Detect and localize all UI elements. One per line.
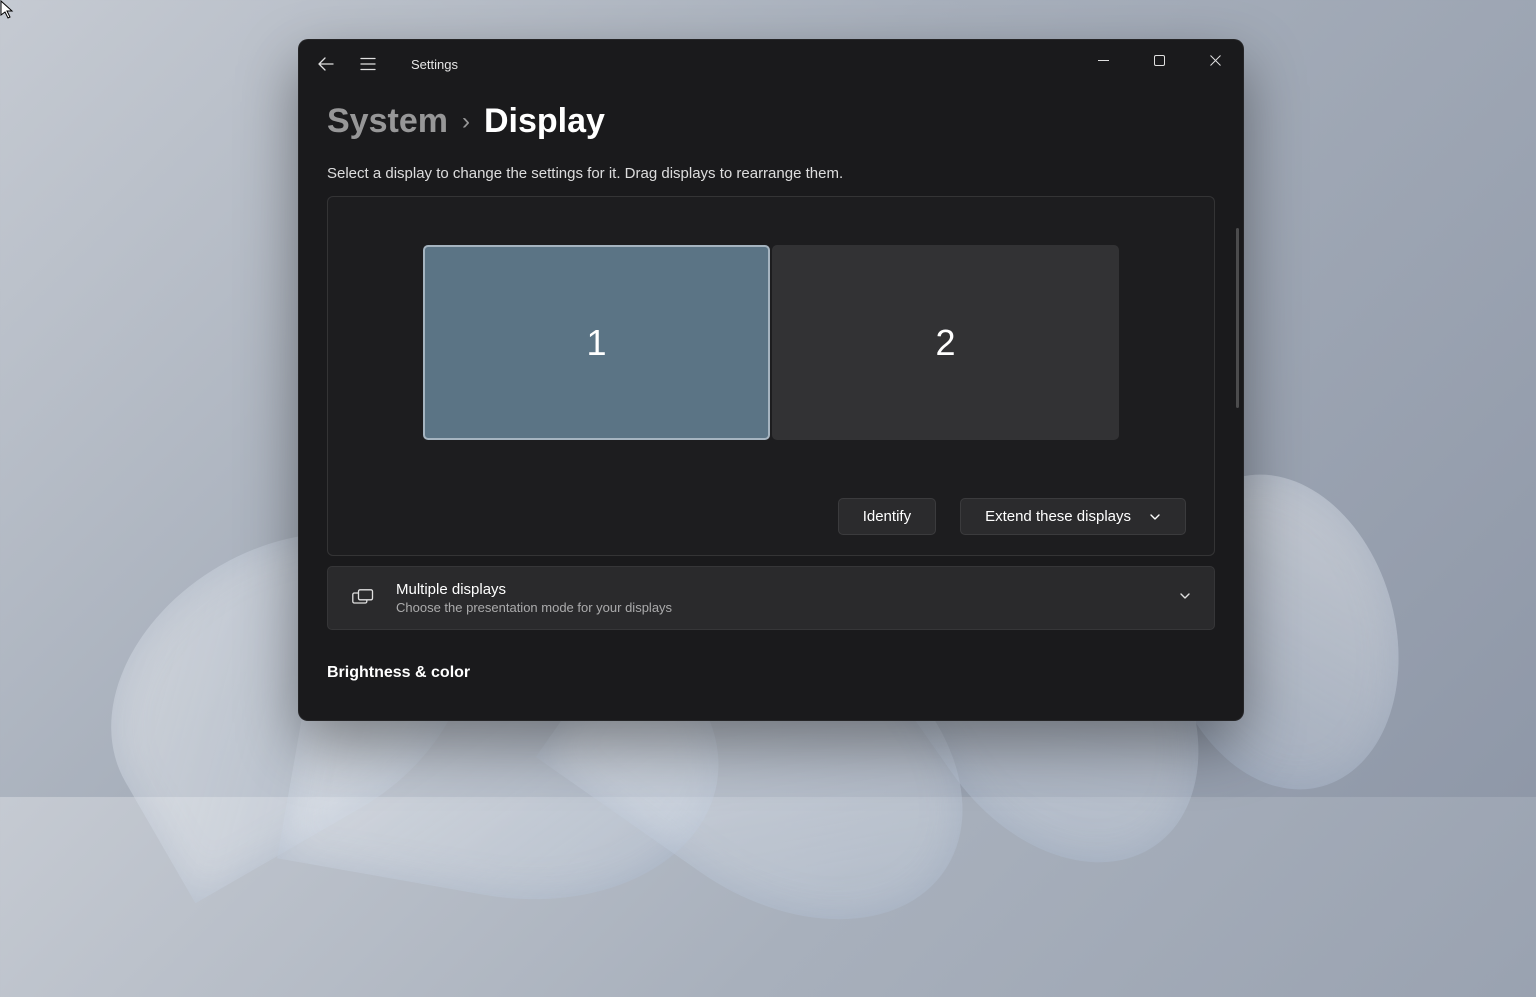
chevron-down-icon [1178, 589, 1192, 603]
identify-button-label: Identify [863, 508, 911, 525]
multiple-displays-text: Multiple displays Choose the presentatio… [396, 581, 1178, 615]
app-title: Settings [411, 57, 458, 72]
display-2[interactable]: 2 [772, 245, 1119, 440]
settings-window: Settings System › Displa [298, 39, 1244, 721]
instruction-text: Select a display to change the settings … [327, 165, 1215, 182]
identify-button[interactable]: Identify [838, 498, 936, 535]
close-button[interactable] [1187, 40, 1243, 80]
breadcrumb: System › Display [327, 102, 1215, 141]
expand-chevron [1178, 589, 1192, 608]
multiple-displays-title: Multiple displays [396, 581, 1178, 598]
hamburger-icon [360, 57, 376, 71]
minimize-button[interactable] [1075, 40, 1131, 80]
chevron-down-icon [1149, 511, 1161, 523]
back-button[interactable] [305, 44, 347, 84]
titlebar: Settings [299, 40, 1243, 88]
multiple-displays-icon [350, 589, 376, 607]
scrollbar[interactable] [1236, 228, 1239, 408]
nav-menu-button[interactable] [347, 44, 389, 84]
chevron-right-icon: › [462, 108, 470, 136]
minimize-icon [1098, 55, 1109, 66]
page-title: Display [484, 102, 605, 141]
monitor-canvas[interactable]: 1 2 [356, 245, 1186, 440]
breadcrumb-parent[interactable]: System [327, 102, 448, 141]
multiple-displays-row[interactable]: Multiple displays Choose the presentatio… [327, 566, 1215, 630]
content-area: System › Display Select a display to cha… [299, 88, 1243, 720]
brightness-section-header: Brightness & color [327, 664, 1215, 682]
display-1[interactable]: 1 [423, 245, 770, 440]
display-mode-dropdown[interactable]: Extend these displays [960, 498, 1186, 535]
maximize-button[interactable] [1131, 40, 1187, 80]
display-mode-label: Extend these displays [985, 508, 1131, 525]
arrow-left-icon [318, 56, 334, 72]
close-icon [1210, 55, 1221, 66]
multiple-displays-subtitle: Choose the presentation mode for your di… [396, 600, 1178, 615]
window-controls [1075, 40, 1243, 80]
cursor-icon [0, 0, 16, 20]
display-arrangement-box: 1 2 Identify Extend these displays [327, 196, 1215, 556]
maximize-icon [1154, 55, 1165, 66]
arrangement-actions: Identify Extend these displays [356, 498, 1186, 535]
